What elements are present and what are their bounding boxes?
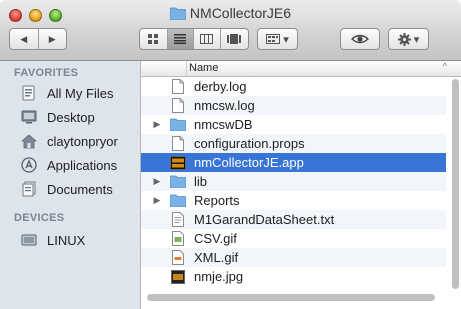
coverflow-view-button[interactable] <box>221 29 248 49</box>
file-name: nmcsw.log <box>194 98 255 113</box>
sidebar: FAVORITES All My Files Desktop claytonpr… <box>0 61 141 309</box>
vertical-scrollbar[interactable] <box>452 79 459 289</box>
view-mode-control <box>139 28 249 50</box>
file-name: nmcswDB <box>194 117 253 132</box>
list-item[interactable]: nmje.jpg <box>141 267 446 286</box>
window-title-text: NMCollectorJE6 <box>189 5 292 21</box>
list-item[interactable]: CSV.gif <box>141 229 446 248</box>
file-name: XML.gif <box>194 250 239 265</box>
coverflow-view-icon <box>227 34 242 44</box>
desktop-icon <box>20 109 38 125</box>
documents-icon <box>20 181 38 197</box>
favorites-heading: FAVORITES <box>14 67 79 79</box>
disclosure-triangle-icon[interactable]: ▶ <box>150 176 164 187</box>
list-view-icon <box>174 34 187 44</box>
file-name: nmCollectorJE.app <box>194 155 304 170</box>
list-item-selected[interactable]: nmCollectorJE.app <box>141 153 446 172</box>
icon-view-icon <box>148 34 159 44</box>
image-file-icon <box>169 250 187 266</box>
list-item[interactable]: configuration.props <box>141 134 446 153</box>
sidebar-item-label: claytonpryor <box>47 133 118 149</box>
eye-icon <box>351 34 369 44</box>
file-name: M1GarandDataSheet.txt <box>194 212 335 227</box>
applications-icon <box>20 157 38 173</box>
sidebar-item-label: Documents <box>47 181 113 197</box>
folder-icon <box>169 117 187 133</box>
document-icon <box>169 79 187 95</box>
list-item[interactable]: nmcsw.log <box>141 96 446 115</box>
column-header-name[interactable]: Name ^ <box>141 61 461 77</box>
list-item[interactable]: XML.gif <box>141 248 446 267</box>
file-name: nmje.jpg <box>194 269 244 284</box>
drive-icon <box>20 232 38 248</box>
back-button[interactable]: ◀ <box>10 29 39 49</box>
devices-heading: DEVICES <box>14 212 65 224</box>
list-item[interactable]: M1GarandDataSheet.txt <box>141 210 446 229</box>
action-button[interactable]: ▾ <box>388 28 429 50</box>
gear-icon <box>397 32 411 46</box>
back-arrow-icon: ◀ <box>20 33 28 44</box>
sidebar-item-label: Desktop <box>47 109 95 125</box>
finder-window: NMCollectorJE6 ◀ ▶ ▾ ▾ FAVORITES All My … <box>0 0 461 309</box>
horizontal-scrollbar[interactable] <box>147 294 435 301</box>
image-file-icon <box>169 269 187 285</box>
window-title: NMCollectorJE6 <box>0 5 461 23</box>
folder-icon <box>169 193 187 209</box>
home-icon <box>20 133 38 149</box>
icon-view-button[interactable] <box>140 29 168 49</box>
sidebar-item-desktop[interactable]: Desktop <box>20 107 95 127</box>
title-toolbar: NMCollectorJE6 ◀ ▶ ▾ ▾ <box>0 0 461 61</box>
list-item[interactable]: ▶ Reports <box>141 191 446 210</box>
text-file-icon <box>169 212 187 228</box>
list-view-button[interactable] <box>167 29 195 49</box>
file-name: configuration.props <box>194 136 305 151</box>
list-item[interactable]: derby.log <box>141 77 446 96</box>
sidebar-item-applications[interactable]: Applications <box>20 155 117 175</box>
column-divider <box>186 61 187 76</box>
file-name: Reports <box>194 193 240 208</box>
list-item[interactable]: ▶ lib <box>141 172 446 191</box>
folder-icon <box>169 174 187 190</box>
all-files-icon <box>20 85 38 101</box>
file-name: lib <box>194 174 208 189</box>
chevron-down-icon: ▾ <box>413 33 420 46</box>
list-item[interactable]: ▶ nmcswDB <box>141 115 446 134</box>
forward-arrow-icon: ▶ <box>48 33 56 44</box>
sidebar-item-label: Applications <box>47 157 118 173</box>
document-icon <box>169 98 187 114</box>
column-header-label: Name <box>189 62 219 74</box>
sidebar-item-all-my-files[interactable]: All My Files <box>20 83 113 103</box>
sidebar-item-home[interactable]: claytonpryor <box>20 131 118 151</box>
disclosure-triangle-icon[interactable]: ▶ <box>150 195 164 206</box>
sidebar-item-linux[interactable]: LINUX <box>20 230 85 250</box>
forward-button[interactable]: ▶ <box>39 29 67 49</box>
file-name: derby.log <box>194 79 247 94</box>
column-view-icon <box>200 34 214 44</box>
app-icon <box>169 155 187 171</box>
disclosure-triangle-icon[interactable]: ▶ <box>150 119 164 130</box>
file-list: Name ^ derby.log nmcsw.log ▶ nmcswDB con… <box>141 61 461 309</box>
arrange-button[interactable]: ▾ <box>257 28 298 50</box>
sort-caret-icon: ^ <box>442 61 447 71</box>
sidebar-item-label: All My Files <box>47 85 114 101</box>
chevron-down-icon: ▾ <box>283 33 289 46</box>
sidebar-item-documents[interactable]: Documents <box>20 179 113 199</box>
quick-look-button[interactable] <box>340 28 380 50</box>
folder-icon <box>169 7 187 23</box>
image-file-icon <box>169 231 187 247</box>
column-view-button[interactable] <box>194 29 221 49</box>
file-name: CSV.gif <box>194 231 237 246</box>
arrange-icon <box>266 34 281 44</box>
sidebar-item-label: LINUX <box>47 232 86 248</box>
back-forward-control: ◀ ▶ <box>9 28 67 50</box>
document-icon <box>169 136 187 152</box>
